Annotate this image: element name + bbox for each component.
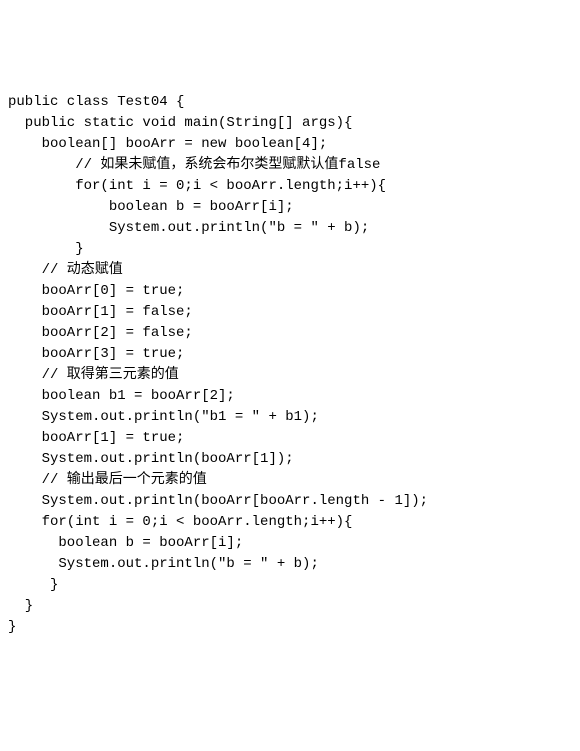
code-line: } [8,617,572,638]
code-line: for(int i = 0;i < booArr.length;i++){ [8,512,572,533]
code-line: boolean b1 = booArr[2]; [8,386,572,407]
code-line: } [8,575,572,596]
code-line: // 取得第三元素的值 [8,365,572,386]
code-line: // 动态赋值 [8,260,572,281]
code-line: } [8,239,572,260]
code-line: System.out.println("b = " + b); [8,554,572,575]
code-line: boolean b = booArr[i]; [8,533,572,554]
code-line: booArr[1] = false; [8,302,572,323]
code-line: public class Test04 { [8,92,572,113]
code-line: boolean[] booArr = new boolean[4]; [8,134,572,155]
code-block: public class Test04 { public static void… [8,92,572,638]
code-line: System.out.println(booArr[booArr.length … [8,491,572,512]
code-line: // 如果未赋值，系统会布尔类型赋默认值false [8,155,572,176]
code-line: } [8,596,572,617]
code-line: public static void main(String[] args){ [8,113,572,134]
code-line: boolean b = booArr[i]; [8,197,572,218]
code-line: booArr[1] = true; [8,428,572,449]
code-line: for(int i = 0;i < booArr.length;i++){ [8,176,572,197]
code-line: booArr[0] = true; [8,281,572,302]
code-line: System.out.println(booArr[1]); [8,449,572,470]
code-line: booArr[2] = false; [8,323,572,344]
code-line: System.out.println("b = " + b); [8,218,572,239]
code-line: booArr[3] = true; [8,344,572,365]
code-line: System.out.println("b1 = " + b1); [8,407,572,428]
code-line: // 输出最后一个元素的值 [8,470,572,491]
